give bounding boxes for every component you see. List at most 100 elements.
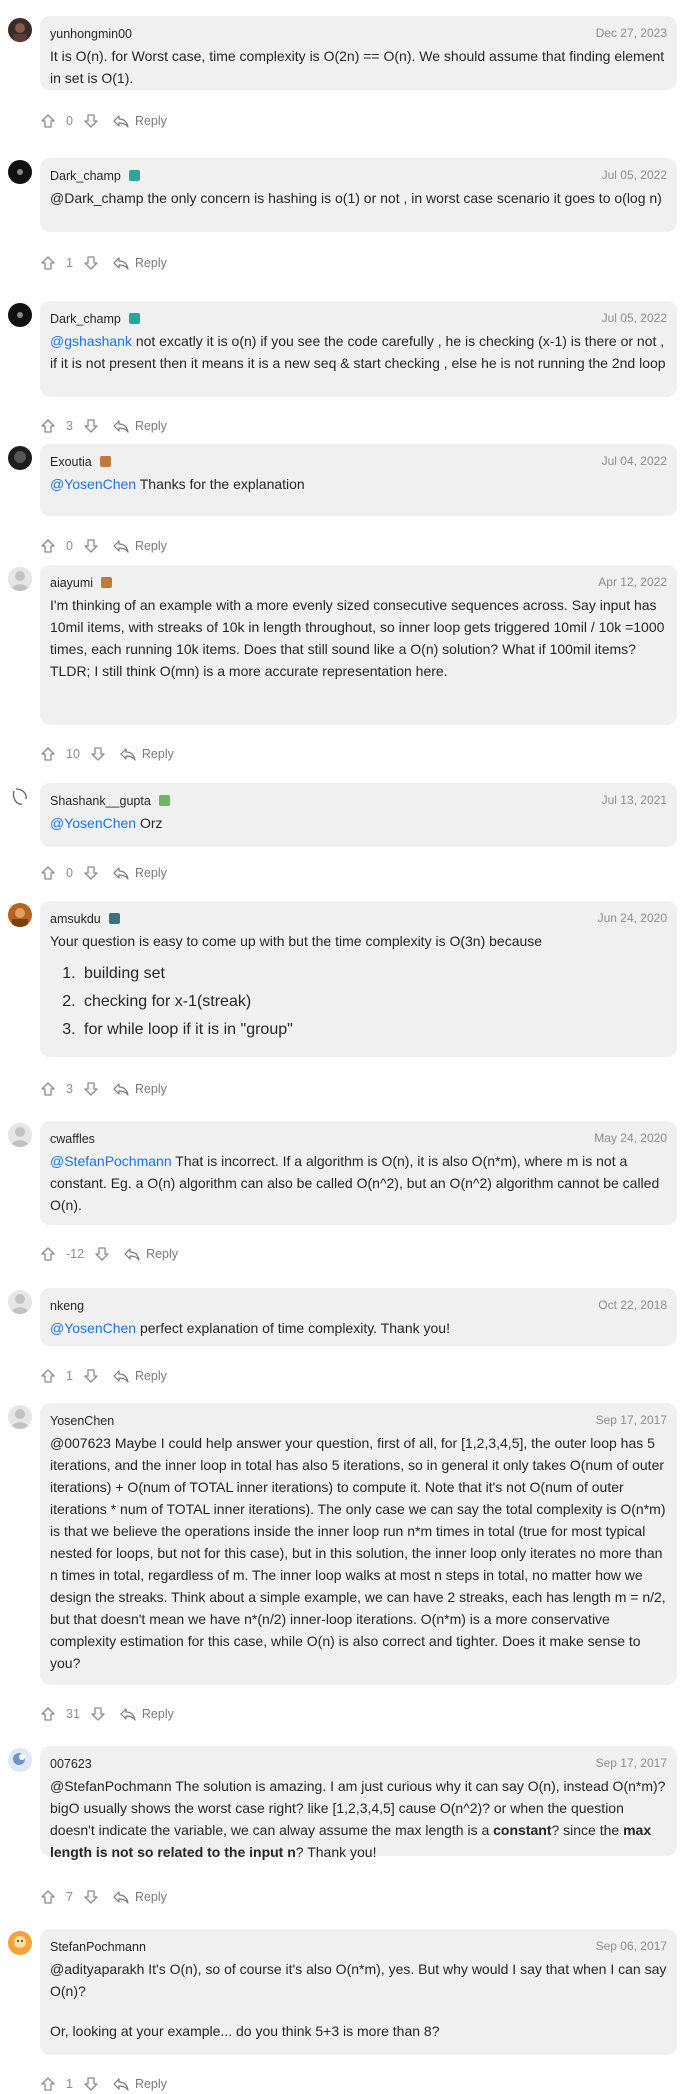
comment-text: @007623 Maybe I could help answer your q… [50, 1435, 666, 1671]
mention-link[interactable]: @StefanPochmann [50, 1153, 172, 1169]
upvote-icon[interactable] [40, 1706, 56, 1722]
comment-meta: nkeng Oct 22, 2018 [50, 1297, 667, 1313]
mention-link[interactable]: @gshashank [50, 333, 132, 349]
comment-date: Oct 22, 2018 [598, 1298, 667, 1312]
username[interactable]: Dark_champ [50, 169, 121, 183]
reply-label: Reply [134, 539, 167, 553]
vote-count: 10 [66, 747, 80, 761]
downvote-icon[interactable] [83, 255, 99, 271]
list-item: checking for x-1(streak) [80, 988, 667, 1016]
comment-date: Jul 04, 2022 [601, 454, 667, 468]
upvote-icon[interactable] [40, 1889, 56, 1905]
comment-actions: 31 Reply [40, 1704, 174, 1724]
downvote-icon[interactable] [83, 2076, 99, 2092]
upvote-icon[interactable] [40, 865, 56, 881]
avatar[interactable] [8, 160, 32, 184]
avatar[interactable] [8, 903, 32, 927]
avatar[interactable] [8, 1123, 32, 1147]
reply-button[interactable]: Reply [113, 2076, 167, 2092]
comment-date: Apr 12, 2022 [598, 575, 667, 589]
reply-button[interactable]: Reply [113, 1368, 167, 1384]
avatar[interactable] [8, 1748, 32, 1772]
username[interactable]: Exoutia [50, 455, 92, 469]
avatar[interactable] [8, 303, 32, 327]
comment-actions: 0 Reply [40, 863, 167, 883]
reply-button[interactable]: Reply [120, 746, 174, 762]
comment-text: Or, looking at your example... do you th… [50, 2023, 440, 2039]
upvote-icon[interactable] [40, 113, 56, 129]
avatar[interactable] [8, 1405, 32, 1429]
upvote-icon[interactable] [40, 1368, 56, 1384]
vote-count: 3 [66, 419, 73, 433]
username[interactable]: cwaffles [50, 1132, 95, 1146]
reply-button[interactable]: Reply [113, 255, 167, 271]
upvote-icon[interactable] [40, 2076, 56, 2092]
reply-button[interactable]: Reply [113, 865, 167, 881]
comment-actions: 1 Reply [40, 2074, 167, 2094]
list-item: building set [80, 960, 667, 988]
username[interactable]: 007623 [50, 1757, 92, 1771]
reply-label: Reply [141, 747, 174, 761]
reply-button[interactable]: Reply [113, 538, 167, 554]
downvote-icon[interactable] [83, 113, 99, 129]
avatar[interactable] [8, 1290, 32, 1314]
mention-link[interactable]: @YosenChen [50, 815, 136, 831]
upvote-icon[interactable] [40, 1246, 56, 1262]
username[interactable]: nkeng [50, 1299, 84, 1313]
reply-button[interactable]: Reply [113, 418, 167, 434]
reply-icon [124, 1246, 140, 1262]
username[interactable]: YosenChen [50, 1414, 114, 1428]
level-badge-icon [101, 577, 113, 589]
reply-button[interactable]: Reply [124, 1246, 178, 1262]
vote-count: -12 [66, 1247, 85, 1261]
downvote-icon[interactable] [83, 1081, 99, 1097]
comment-date: Dec 27, 2023 [595, 26, 667, 40]
downvote-icon[interactable] [94, 1246, 110, 1262]
username[interactable]: amsukdu [50, 912, 101, 926]
avatar[interactable] [8, 1931, 32, 1955]
username[interactable]: yunhongmin00 [50, 27, 132, 41]
reply-button[interactable]: Reply [113, 1889, 167, 1905]
downvote-icon[interactable] [83, 538, 99, 554]
level-badge-icon [128, 170, 140, 182]
avatar[interactable] [8, 785, 32, 809]
reply-label: Reply [134, 2077, 167, 2091]
upvote-icon[interactable] [40, 418, 56, 434]
downvote-icon[interactable] [90, 1706, 106, 1722]
downvote-icon[interactable] [83, 1889, 99, 1905]
vote-count: 3 [66, 1082, 73, 1096]
downvote-icon[interactable] [83, 418, 99, 434]
comment-text: @gshashank not excatly it is o(n) if you… [50, 333, 666, 371]
downvote-icon[interactable] [83, 865, 99, 881]
comment-bubble: Shashank__gupta Jul 13, 2021 @YosenChen Or… [40, 783, 677, 847]
mention-link[interactable]: @YosenChen [50, 476, 136, 492]
reply-button[interactable]: Reply [113, 113, 167, 129]
downvote-icon[interactable] [83, 1368, 99, 1384]
username[interactable]: aiayumi [50, 576, 93, 590]
comment-text: It is O(n). for Worst case, time complex… [50, 48, 665, 86]
comment-meta: Shashank__gupta Jul 13, 2021 [50, 792, 667, 808]
comment-text: @StefanPochmann That is incorrect. If a … [50, 1153, 660, 1213]
avatar[interactable] [8, 446, 32, 470]
upvote-icon[interactable] [40, 538, 56, 554]
reply-label: Reply [134, 1369, 167, 1383]
upvote-icon[interactable] [40, 1081, 56, 1097]
username[interactable]: Dark_champ [50, 312, 121, 326]
upvote-icon[interactable] [40, 255, 56, 271]
reply-label: Reply [134, 866, 167, 880]
comment-bubble: yunhongmin00 Dec 27, 2023 It is O(n). for … [40, 16, 677, 90]
avatar[interactable] [8, 567, 32, 591]
comment-meta: YosenChen Sep 17, 2017 [50, 1412, 667, 1428]
reply-button[interactable]: Reply [120, 1706, 174, 1722]
reply-label: Reply [134, 114, 167, 128]
mention-link[interactable]: @YosenChen [50, 1320, 136, 1336]
avatar[interactable] [8, 18, 32, 42]
username[interactable]: Shashank__gupta [50, 794, 151, 808]
upvote-icon[interactable] [40, 746, 56, 762]
comment-actions: 3 Reply [40, 416, 167, 436]
reply-icon [113, 1368, 129, 1384]
reply-button[interactable]: Reply [113, 1081, 167, 1097]
downvote-icon[interactable] [90, 746, 106, 762]
comment-meta: Dark_champ Jul 05, 2022 [50, 167, 667, 183]
username[interactable]: StefanPochmann [50, 1940, 146, 1954]
